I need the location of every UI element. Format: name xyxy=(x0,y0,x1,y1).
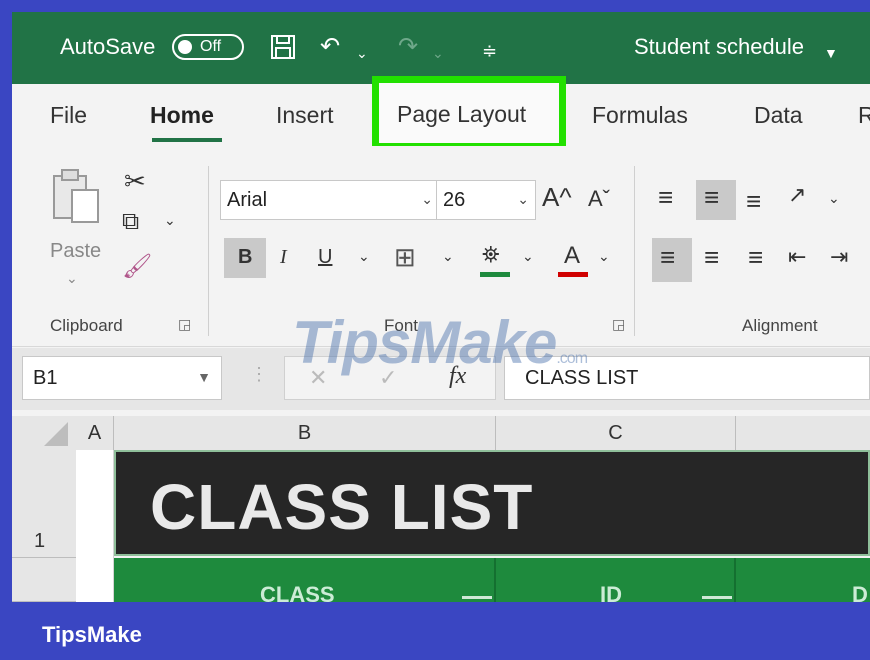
active-tab-underline xyxy=(152,138,222,142)
tab-insert[interactable]: Insert xyxy=(276,102,334,129)
column-header-a[interactable]: A xyxy=(76,416,114,450)
divider xyxy=(208,166,209,336)
page-layout-highlight[interactable]: Page Layout xyxy=(372,76,566,150)
column-a-cells[interactable] xyxy=(76,450,114,602)
alignment-group-label: Alignment xyxy=(742,316,818,335)
column-header-b[interactable]: B xyxy=(114,416,496,450)
customize-toolbar-icon[interactable]: ≑ xyxy=(482,38,497,64)
autosave-toggle[interactable]: Off xyxy=(172,34,244,60)
format-painter-icon[interactable]: 🖌 xyxy=(122,252,152,281)
center-icon[interactable]: ≡ xyxy=(704,242,719,273)
footer-brand: TipsMake xyxy=(42,622,142,647)
underline-dropdown-icon[interactable]: ⌄ xyxy=(358,248,370,265)
bold-label: B xyxy=(238,246,253,268)
header-cell-d[interactable]: D xyxy=(736,558,870,602)
font-color-button[interactable]: A xyxy=(564,242,580,270)
save-icon[interactable] xyxy=(270,34,296,66)
top-align-icon[interactable]: ≡ xyxy=(658,182,673,213)
header-d-label: D xyxy=(852,582,868,602)
undo-icon[interactable]: ↶ xyxy=(320,34,340,60)
decrease-font-size-button[interactable]: Aˇ xyxy=(588,186,610,212)
paste-label[interactable]: Paste xyxy=(50,240,101,263)
row-header-2[interactable] xyxy=(12,558,76,602)
increase-font-size-button[interactable]: A^ xyxy=(542,182,572,213)
tab-home[interactable]: Home xyxy=(150,102,214,129)
watermark-suffix: .com xyxy=(556,350,588,367)
title-cell[interactable]: CLASS LIST xyxy=(114,450,870,556)
font-size-value: 26 xyxy=(443,189,466,211)
tab-file[interactable]: File xyxy=(50,102,87,129)
header-class-label: CLASS xyxy=(260,582,335,602)
middle-align-button[interactable]: ≡ xyxy=(696,180,736,220)
filter-icon[interactable] xyxy=(702,596,732,599)
orientation-dropdown-icon[interactable]: ⌄ xyxy=(828,190,840,207)
tab-data[interactable]: Data xyxy=(754,102,803,129)
row-header-1[interactable]: 1 xyxy=(12,450,76,558)
chevron-down-icon: ⌄ xyxy=(517,191,529,207)
font-size-dropdown[interactable]: 26 ⌄ xyxy=(436,180,536,220)
italic-button[interactable]: I xyxy=(280,246,287,269)
middle-align-icon: ≡ xyxy=(704,182,720,212)
filter-icon[interactable] xyxy=(462,596,492,599)
font-launcher-icon[interactable]: ◲ xyxy=(612,316,625,333)
font-name-value: Arial xyxy=(227,189,268,211)
column-header-d[interactable] xyxy=(736,416,870,450)
divider xyxy=(634,166,635,336)
watermark: TipsMake.com xyxy=(292,308,588,377)
title-dropdown-icon[interactable]: ▼ xyxy=(824,40,838,66)
header-cell-class[interactable]: CLASS xyxy=(114,558,496,602)
paste-icon[interactable] xyxy=(50,166,106,232)
toggle-dot xyxy=(178,40,192,54)
select-all-corner[interactable] xyxy=(12,416,76,450)
bottom-align-icon[interactable]: ≡ xyxy=(746,186,761,217)
borders-dropdown-icon[interactable]: ⌄ xyxy=(442,248,454,265)
title-bar: AutoSave Off ↶ ⌄ ↷ ⌄ ≑ Student schedule … xyxy=(12,12,870,84)
redo-icon[interactable]: ↷ xyxy=(398,34,418,60)
tab-review-partial[interactable]: R xyxy=(858,102,870,129)
font-color-swatch xyxy=(558,272,588,277)
clipboard-launcher-icon[interactable]: ◲ xyxy=(178,316,191,333)
bold-button[interactable]: B xyxy=(224,238,266,278)
copy-dropdown-icon[interactable]: ⌄ xyxy=(164,212,176,229)
column-header-c[interactable]: C xyxy=(496,416,736,450)
orientation-icon[interactable]: ↗ xyxy=(788,182,806,208)
tab-page-layout[interactable]: Page Layout xyxy=(397,101,526,128)
borders-icon[interactable]: ⊞ xyxy=(394,242,416,273)
name-box-value: B1 xyxy=(33,367,58,389)
redo-dropdown-icon[interactable]: ⌄ xyxy=(432,40,444,66)
header-id-label: ID xyxy=(600,582,622,602)
font-color-dropdown-icon[interactable]: ⌄ xyxy=(598,248,610,265)
underline-button[interactable]: U xyxy=(318,246,332,269)
watermark-text: TipsMake xyxy=(292,309,557,376)
align-right-icon[interactable]: ≡ xyxy=(748,242,763,273)
tab-formulas[interactable]: Formulas xyxy=(592,102,688,129)
font-name-dropdown[interactable]: Arial ⌄ xyxy=(220,180,440,220)
autosave-state: Off xyxy=(200,38,222,55)
undo-dropdown-icon[interactable]: ⌄ xyxy=(356,40,368,66)
clipboard-group-label: Clipboard xyxy=(50,316,123,335)
chevron-down-icon: ▼ xyxy=(197,369,211,385)
fill-color-icon[interactable]: ⛯ xyxy=(482,242,500,268)
header-cell-id[interactable]: ID xyxy=(496,558,736,602)
document-title[interactable]: Student schedule xyxy=(634,34,804,60)
decrease-indent-icon[interactable]: ⇤ xyxy=(788,244,806,270)
autosave-label: AutoSave xyxy=(60,34,156,59)
increase-indent-icon[interactable]: ⇥ xyxy=(830,244,848,270)
name-box[interactable]: B1 ▼ xyxy=(22,356,222,400)
fill-color-dropdown-icon[interactable]: ⌄ xyxy=(522,248,534,265)
align-left-icon: ≡ xyxy=(660,242,676,272)
more-options-icon[interactable]: ⋮ xyxy=(250,364,268,385)
fill-color-swatch xyxy=(480,272,510,277)
cut-icon[interactable]: ✂ xyxy=(124,166,146,197)
row-number: 1 xyxy=(34,530,46,552)
paste-dropdown-icon[interactable]: ⌄ xyxy=(66,270,78,287)
copy-icon[interactable]: ⧉ xyxy=(122,208,139,236)
title-cell-text: CLASS LIST xyxy=(150,471,534,543)
excel-window: AutoSave Off ↶ ⌄ ↷ ⌄ ≑ Student schedule … xyxy=(12,12,870,602)
chevron-down-icon: ⌄ xyxy=(421,191,433,207)
align-left-button[interactable]: ≡ xyxy=(652,238,692,282)
